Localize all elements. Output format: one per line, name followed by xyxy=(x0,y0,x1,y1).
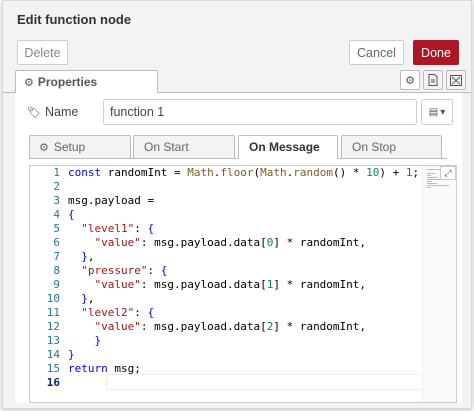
code-line: }, xyxy=(81,250,95,263)
done-button[interactable]: Done xyxy=(413,40,459,65)
name-label: 🏷 Name xyxy=(27,105,79,119)
code-line: } xyxy=(94,334,102,347)
tab-setup[interactable]: ⚙ Setup xyxy=(29,135,131,159)
dialog-titlebar: Edit function node xyxy=(3,1,471,35)
properties-panel: 🏷 Name function 1 ▤ ▾ ⚙ Setup On Start O… xyxy=(15,93,462,403)
line-number: 16 xyxy=(46,376,60,389)
name-row: 🏷 Name function 1 ▤ ▾ xyxy=(15,99,462,125)
line-number: 15 xyxy=(46,362,60,375)
line-number: 9 xyxy=(53,278,60,291)
gear-icon: ⚙ xyxy=(405,74,415,87)
current-line-highlight xyxy=(106,374,456,390)
line-number: 8 xyxy=(53,264,60,277)
edit-function-dialog: Edit function node Delete Cancel Done ⚙ … xyxy=(2,0,472,409)
cancel-button[interactable]: Cancel xyxy=(349,40,404,65)
code-line: const randomInt = Math.floor(Math.random… xyxy=(68,166,420,179)
tray-tabbar: ⚙ Properties ⚙ xyxy=(3,69,471,94)
tab-on-message[interactable]: On Message xyxy=(238,135,338,159)
line-number: 13 xyxy=(46,334,60,347)
appearance-icon xyxy=(450,74,462,86)
name-input[interactable]: function 1 xyxy=(103,99,417,125)
tag-icon: 🏷 xyxy=(27,106,41,119)
code-line: } xyxy=(68,348,75,361)
expand-editor-icon[interactable]: ⤢ xyxy=(440,166,456,180)
line-number: 12 xyxy=(46,320,60,333)
dialog-toolbar: Delete Cancel Done xyxy=(3,35,471,68)
line-number: 11 xyxy=(46,306,60,319)
code-line: { xyxy=(68,208,75,221)
line-number-gutter: 1 2 3 4 5 6 7 8 9 10 11 12 13 14 15 16 xyxy=(30,166,68,402)
line-number: 3 xyxy=(53,194,60,207)
line-number: 6 xyxy=(53,236,60,249)
tab-appearance[interactable] xyxy=(446,70,466,90)
line-number: 10 xyxy=(46,292,60,305)
gear-icon: ⚙ xyxy=(39,141,49,154)
caret-down-icon: ▾ xyxy=(440,106,446,118)
code-line: "value": msg.payload.data[2] * randomInt… xyxy=(94,320,367,333)
tab-properties[interactable]: ⚙ Properties xyxy=(15,70,158,94)
line-number: 2 xyxy=(53,180,60,193)
code-line: msg.payload = xyxy=(68,194,155,207)
code-line: return msg; xyxy=(68,362,141,375)
delete-button[interactable]: Delete xyxy=(17,40,68,65)
code-minimap[interactable] xyxy=(422,166,456,402)
line-number: 4 xyxy=(53,208,60,221)
tab-on-start[interactable]: On Start xyxy=(133,135,235,159)
code-line: "value": msg.payload.data[0] * randomInt… xyxy=(94,236,367,249)
code-area[interactable]: const randomInt = Math.floor(Math.random… xyxy=(68,166,456,402)
code-line: "value": msg.payload.data[1] * randomInt… xyxy=(94,278,367,291)
dialog-title: Edit function node xyxy=(17,12,132,27)
tab-on-stop[interactable]: On Stop xyxy=(341,135,442,159)
tab-properties-label: Properties xyxy=(37,75,98,89)
code-line: "level2": { xyxy=(81,306,155,319)
line-number: 5 xyxy=(53,222,60,235)
tab-description[interactable] xyxy=(423,70,443,90)
line-number: 1 xyxy=(53,166,60,179)
line-number: 7 xyxy=(53,250,60,263)
code-line: "pressure": { xyxy=(81,264,168,277)
code-line: "level1": { xyxy=(81,222,155,235)
tab-node-settings[interactable]: ⚙ xyxy=(400,70,420,90)
gear-icon: ⚙ xyxy=(24,76,34,89)
line-number: 14 xyxy=(46,348,60,361)
function-subtabs: ⚙ Setup On Start On Message On Stop xyxy=(29,135,447,159)
icon-picker-button[interactable]: ▤ ▾ xyxy=(421,99,453,125)
code-editor[interactable]: 1 2 3 4 5 6 7 8 9 10 11 12 13 14 15 16 c… xyxy=(29,165,457,403)
code-line: }, xyxy=(81,292,95,305)
description-icon xyxy=(428,74,438,86)
book-icon: ▤ xyxy=(428,106,439,118)
